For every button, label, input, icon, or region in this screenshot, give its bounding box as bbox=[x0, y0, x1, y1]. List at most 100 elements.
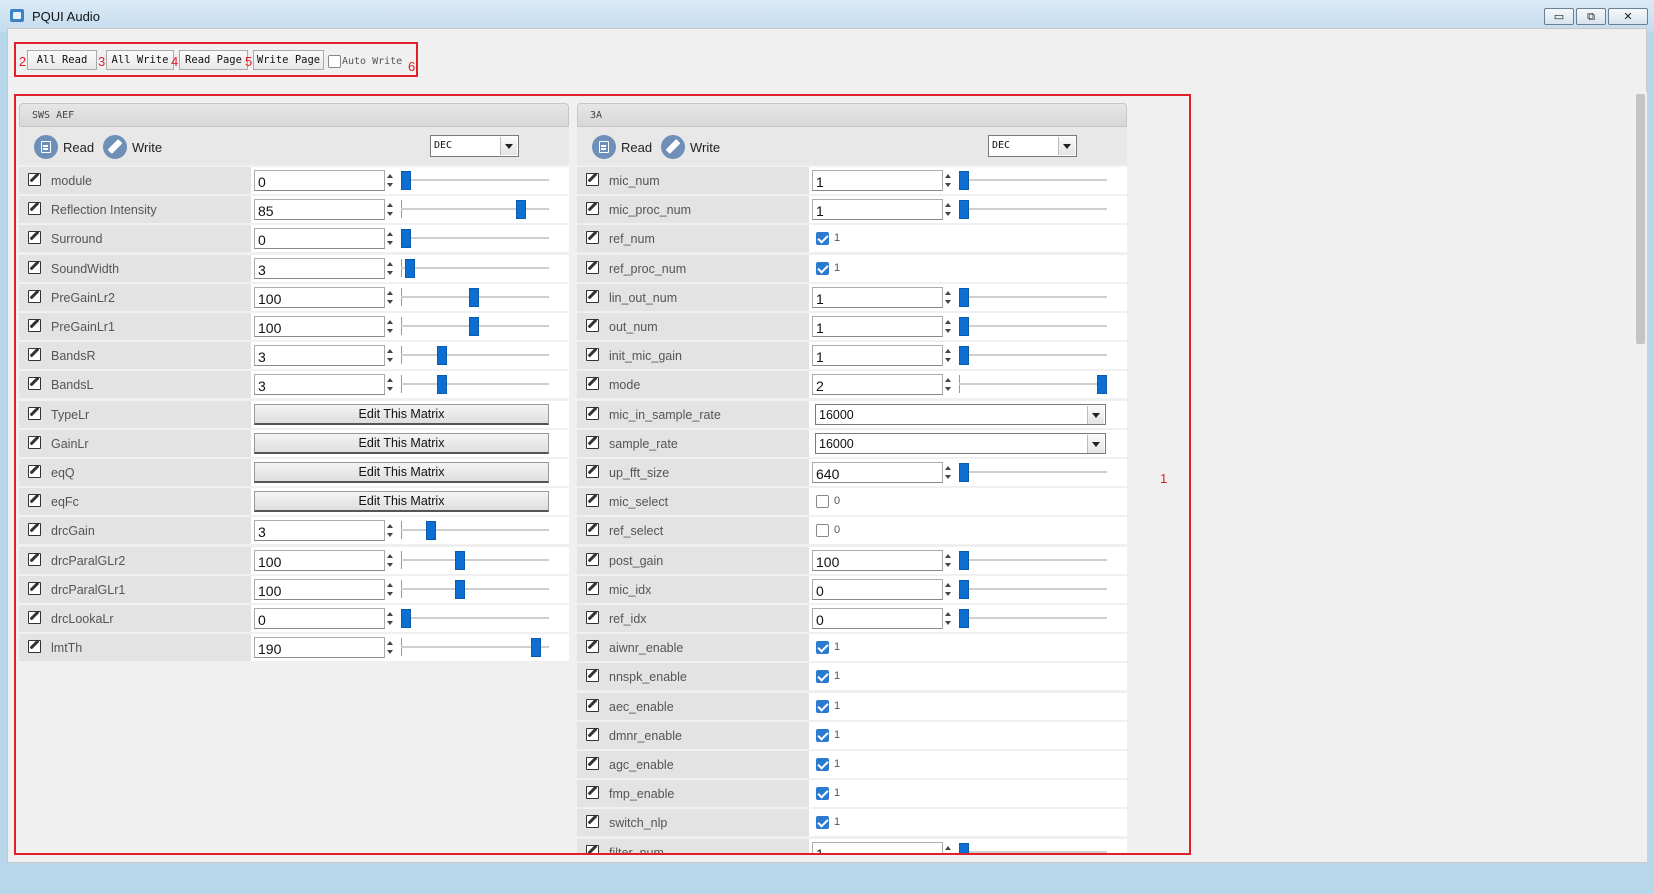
edit-icon[interactable] bbox=[28, 406, 41, 420]
value-input[interactable]: 1 bbox=[812, 316, 943, 337]
slider-handle[interactable] bbox=[959, 842, 969, 853]
slider-track[interactable] bbox=[401, 617, 549, 619]
spinner-arrows-icon[interactable] bbox=[385, 199, 395, 220]
format-select[interactable]: DEC bbox=[988, 135, 1077, 157]
slider-handle[interactable] bbox=[425, 521, 436, 541]
edit-icon[interactable] bbox=[586, 640, 599, 654]
slider-handle[interactable] bbox=[959, 346, 969, 366]
edit-icon[interactable] bbox=[28, 435, 41, 449]
value-checkbox[interactable] bbox=[816, 787, 829, 801]
close-button[interactable]: ✕ bbox=[1608, 8, 1648, 25]
value-checkbox[interactable] bbox=[816, 232, 829, 246]
value-input[interactable]: 2 bbox=[812, 374, 943, 396]
value-input[interactable]: 85 bbox=[254, 199, 385, 221]
value-input[interactable]: 100 bbox=[254, 578, 385, 600]
slider-track[interactable] bbox=[401, 558, 549, 561]
write-page-button[interactable]: Write Page bbox=[253, 50, 324, 70]
slider-handle[interactable] bbox=[436, 375, 447, 395]
edit-icon[interactable] bbox=[28, 289, 41, 303]
value-checkbox[interactable] bbox=[816, 816, 829, 830]
spinner-arrows-icon[interactable] bbox=[385, 316, 395, 337]
slider-handle[interactable] bbox=[401, 229, 411, 249]
slider-track[interactable] bbox=[401, 529, 549, 532]
spinner-arrows-icon[interactable] bbox=[943, 608, 953, 629]
value-checkbox[interactable] bbox=[816, 670, 829, 684]
all-write-button[interactable]: All Write bbox=[106, 50, 174, 70]
slider-handle[interactable] bbox=[959, 550, 969, 570]
spinner-arrows-icon[interactable] bbox=[943, 374, 953, 395]
edit-icon[interactable] bbox=[586, 289, 599, 303]
value-checkbox[interactable] bbox=[816, 699, 829, 713]
edit-icon[interactable] bbox=[586, 815, 599, 829]
value-checkbox[interactable] bbox=[816, 261, 829, 275]
value-input[interactable]: 1 bbox=[812, 841, 943, 853]
all-read-button[interactable]: All Read bbox=[27, 50, 97, 70]
value-checkbox[interactable] bbox=[816, 758, 829, 771]
slider-track[interactable] bbox=[401, 587, 549, 590]
edit-icon[interactable] bbox=[28, 260, 41, 274]
slider-track[interactable] bbox=[959, 208, 1107, 211]
spinner-arrows-icon[interactable] bbox=[385, 550, 395, 571]
slider-handle[interactable] bbox=[959, 171, 969, 190]
spinner-arrows-icon[interactable] bbox=[943, 287, 953, 308]
spinner-arrows-icon[interactable] bbox=[385, 637, 395, 658]
restore-button[interactable]: ⧉ bbox=[1576, 8, 1606, 25]
slider-track[interactable] bbox=[959, 471, 1107, 473]
value-input[interactable]: 0 bbox=[254, 228, 385, 250]
value-input[interactable]: 3 bbox=[254, 374, 385, 396]
edit-icon[interactable] bbox=[28, 173, 41, 186]
value-input[interactable]: 100 bbox=[812, 549, 943, 571]
slider-handle[interactable] bbox=[959, 200, 969, 220]
value-checkbox[interactable] bbox=[816, 641, 829, 655]
slider-track[interactable] bbox=[959, 850, 1107, 853]
edit-icon[interactable] bbox=[586, 406, 599, 420]
slider-handle[interactable] bbox=[959, 287, 969, 307]
slider-handle[interactable] bbox=[959, 463, 969, 482]
spinner-arrows-icon[interactable] bbox=[943, 579, 953, 600]
edit-matrix-button[interactable]: Edit This Matrix bbox=[254, 403, 549, 425]
spinner-arrows-icon[interactable] bbox=[385, 287, 395, 308]
slider-track[interactable] bbox=[959, 354, 1107, 357]
value-input[interactable]: 640 bbox=[812, 462, 943, 483]
auto-write-checkbox[interactable] bbox=[328, 55, 341, 68]
edit-icon[interactable] bbox=[586, 173, 599, 186]
slider-handle[interactable] bbox=[530, 638, 541, 658]
edit-icon[interactable] bbox=[28, 202, 41, 216]
spinner-arrows-icon[interactable] bbox=[385, 374, 395, 395]
value-input[interactable]: 100 bbox=[254, 316, 385, 337]
edit-icon[interactable] bbox=[28, 348, 41, 362]
edit-icon[interactable] bbox=[586, 523, 599, 537]
value-input[interactable]: 0 bbox=[812, 608, 943, 629]
minimize-button[interactable]: ▭ bbox=[1544, 8, 1574, 25]
edit-icon[interactable] bbox=[586, 231, 599, 245]
edit-icon[interactable] bbox=[586, 786, 599, 800]
spinner-arrows-icon[interactable] bbox=[943, 462, 953, 483]
slider-handle[interactable] bbox=[959, 317, 969, 336]
slider-track[interactable] bbox=[401, 383, 549, 386]
value-checkbox[interactable] bbox=[816, 728, 829, 742]
slider-handle[interactable] bbox=[1097, 375, 1107, 395]
slider-handle[interactable] bbox=[405, 258, 416, 278]
scrollbar-thumb[interactable] bbox=[1636, 94, 1645, 344]
spinner-arrows-icon[interactable] bbox=[943, 170, 953, 191]
edit-matrix-button[interactable]: Edit This Matrix bbox=[254, 432, 549, 454]
slider-handle[interactable] bbox=[454, 550, 465, 570]
value-input[interactable]: 1 bbox=[812, 199, 943, 221]
edit-icon[interactable] bbox=[586, 435, 599, 449]
slider-handle[interactable] bbox=[401, 171, 411, 190]
slider-track[interactable] bbox=[401, 179, 549, 181]
value-input[interactable]: 1 bbox=[812, 345, 943, 367]
value-input[interactable]: 0 bbox=[812, 578, 943, 600]
value-input[interactable]: 100 bbox=[254, 549, 385, 571]
value-input[interactable]: 190 bbox=[254, 637, 385, 659]
spinner-arrows-icon[interactable] bbox=[385, 170, 395, 191]
spinner-arrows-icon[interactable] bbox=[943, 550, 953, 571]
edit-matrix-button[interactable]: Edit This Matrix bbox=[254, 462, 549, 483]
value-input[interactable]: 0 bbox=[254, 608, 385, 629]
edit-icon[interactable] bbox=[586, 348, 599, 362]
slider-track[interactable] bbox=[401, 208, 549, 211]
edit-icon[interactable] bbox=[28, 611, 41, 624]
edit-icon[interactable] bbox=[586, 581, 599, 595]
spinner-arrows-icon[interactable] bbox=[943, 316, 953, 337]
value-checkbox[interactable] bbox=[816, 495, 829, 509]
